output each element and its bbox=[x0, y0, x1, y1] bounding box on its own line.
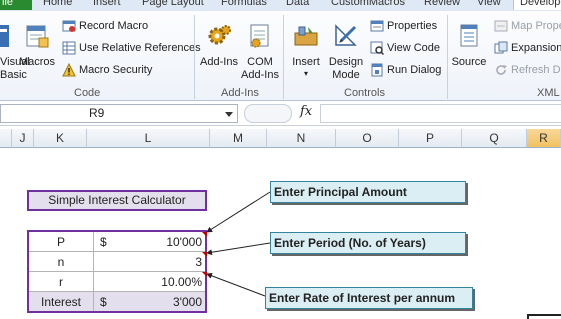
connector-line bbox=[206, 242, 271, 256]
comment-period[interactable]: Enter Period (No. of Years) bbox=[270, 232, 466, 254]
connector-line bbox=[206, 272, 266, 297]
comment-rate[interactable]: Enter Rate of Interest per annum bbox=[265, 287, 473, 309]
comment-principal[interactable]: Enter Principal Amount bbox=[270, 181, 466, 203]
comment-connectors bbox=[206, 191, 271, 297]
connector-line bbox=[206, 191, 271, 233]
